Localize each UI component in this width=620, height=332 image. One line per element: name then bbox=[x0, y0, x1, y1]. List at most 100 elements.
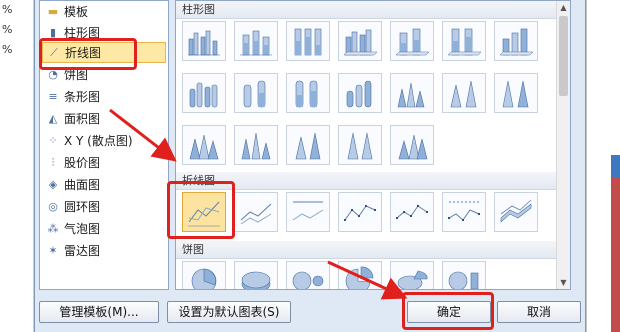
ok-button[interactable]: 确定 bbox=[407, 301, 491, 323]
chart-option-100-stacked-pyramid[interactable] bbox=[338, 125, 382, 165]
stock-chart-icon: ⫶ bbox=[51, 155, 55, 169]
chart-option-100-stacked-line-markers[interactable] bbox=[442, 192, 486, 232]
percent-stacked-column-icon bbox=[294, 28, 322, 56]
scroll-up-arrow-icon[interactable]: ▲ bbox=[557, 1, 570, 14]
3d-pie-icon bbox=[241, 271, 271, 289]
chart-option-pie-of-pie[interactable] bbox=[286, 261, 330, 289]
line-chart-icon bbox=[188, 201, 220, 227]
cylinder-icon bbox=[295, 80, 318, 108]
category-label: X Y (散点图) bbox=[64, 134, 133, 148]
category-surface[interactable]: ◈ 曲面图 bbox=[42, 174, 166, 195]
chart-option-bar-of-pie[interactable] bbox=[442, 261, 486, 289]
pyramid-icon bbox=[398, 134, 428, 160]
cell: % bbox=[2, 3, 13, 16]
scroll-down-arrow-icon[interactable]: ▼ bbox=[557, 276, 570, 289]
gallery-scrollbar[interactable]: ▲ ▼ bbox=[556, 1, 570, 289]
spreadsheet-chart-edge bbox=[586, 0, 620, 332]
3d-clustered-column-icon bbox=[343, 29, 378, 56]
chart-option-3d-pyramid[interactable] bbox=[390, 125, 434, 165]
chart-option-pie[interactable] bbox=[182, 261, 226, 289]
chart-option-3d-cone[interactable] bbox=[182, 125, 226, 165]
bubble-chart-icon: ⁂ bbox=[47, 222, 59, 235]
cone-icon bbox=[450, 80, 477, 108]
chart-option-clustered-cone[interactable] bbox=[390, 73, 434, 113]
chart-option-stacked-cone[interactable] bbox=[442, 73, 486, 113]
spreadsheet-left-column: % % % bbox=[0, 0, 34, 332]
chart-category-list[interactable]: ▬ 模板 ▮ 柱形图 ⟋ 折线图 ◔ 饼图 ≡ 条形图 ◭ 面积图 ⁘ X Y … bbox=[39, 0, 169, 290]
clustered-column-icon bbox=[188, 30, 220, 56]
cylinder-icon bbox=[346, 80, 372, 108]
chart-option-3d-exploded-pie[interactable] bbox=[390, 261, 434, 289]
pie-chart-icon bbox=[191, 268, 217, 289]
category-templates[interactable]: ▬ 模板 bbox=[42, 1, 166, 22]
category-label: 模板 bbox=[64, 5, 89, 19]
set-default-chart-button[interactable]: 设置为默认图表(S) bbox=[167, 301, 291, 323]
chart-option-stacked-line[interactable] bbox=[234, 192, 278, 232]
chart-option-clustered-column[interactable] bbox=[182, 21, 226, 61]
surface-chart-icon: ◈ bbox=[48, 178, 58, 191]
pie-chart-icon: ◔ bbox=[48, 68, 58, 81]
insert-chart-dialog: ▬ 模板 ▮ 柱形图 ⟋ 折线图 ◔ 饼图 ≡ 条形图 ◭ 面积图 ⁘ X Y … bbox=[34, 0, 586, 332]
category-scatter[interactable]: ⁘ X Y (散点图) bbox=[42, 130, 166, 151]
line-chart-icon bbox=[292, 201, 324, 221]
pie-of-pie-icon bbox=[292, 271, 324, 289]
category-line[interactable]: ⟋ 折线图 bbox=[42, 42, 166, 63]
category-label: 柱形图 bbox=[64, 26, 101, 40]
folder-icon: ▬ bbox=[47, 5, 59, 18]
3d-line-icon bbox=[500, 199, 532, 223]
line-chart-icon: ⟋ bbox=[50, 45, 58, 59]
category-label: 股价图 bbox=[64, 156, 101, 170]
chart-option-3d-clustered-column[interactable] bbox=[338, 21, 382, 61]
cone-icon bbox=[502, 80, 529, 108]
category-pie[interactable]: ◔ 饼图 bbox=[42, 64, 166, 85]
category-label: 条形图 bbox=[64, 90, 101, 104]
chart-option-100-stacked-cylinder[interactable] bbox=[286, 73, 330, 113]
chart-option-clustered-cylinder[interactable] bbox=[182, 73, 226, 113]
category-stock[interactable]: ⫶ 股价图 bbox=[42, 152, 166, 173]
cone-icon bbox=[397, 82, 425, 108]
cell bbox=[0, 60, 33, 80]
cylinder-icon bbox=[189, 82, 218, 108]
category-label: 气泡图 bbox=[64, 222, 101, 236]
category-radar[interactable]: ✶ 雷达图 bbox=[42, 240, 166, 261]
chart-option-3d-stacked-column[interactable] bbox=[390, 21, 434, 61]
chart-option-stacked-line-markers[interactable] bbox=[390, 192, 434, 232]
chart-option-100-stacked-column[interactable] bbox=[286, 21, 330, 61]
category-label: 圆环图 bbox=[64, 200, 101, 214]
chart-bar-red bbox=[611, 177, 620, 332]
cell: % bbox=[2, 43, 13, 56]
category-label: 曲面图 bbox=[64, 178, 101, 192]
manage-templates-button[interactable]: 管理模板(M)... bbox=[39, 301, 159, 323]
chart-option-3d-line[interactable] bbox=[494, 192, 538, 232]
chart-option-clustered-pyramid[interactable] bbox=[234, 125, 278, 165]
3d-percent-stacked-column-icon bbox=[447, 28, 482, 56]
chart-option-exploded-pie[interactable] bbox=[338, 261, 382, 289]
line-markers-icon bbox=[344, 205, 376, 221]
cancel-button[interactable]: 取消 bbox=[497, 301, 581, 323]
category-bubble[interactable]: ⁂ 气泡图 bbox=[42, 218, 166, 239]
chart-option-3d-100-stacked-column[interactable] bbox=[442, 21, 486, 61]
category-column[interactable]: ▮ 柱形图 bbox=[42, 22, 166, 43]
exploded-pie-icon bbox=[345, 266, 374, 289]
scrollbar-thumb[interactable] bbox=[559, 16, 568, 96]
pyramid-icon bbox=[295, 132, 321, 160]
category-label: 雷达图 bbox=[64, 244, 101, 258]
chart-option-line-with-markers[interactable] bbox=[338, 192, 382, 232]
chart-gallery[interactable]: 柱形图 折线图 饼图 ▲ ▼ bbox=[175, 0, 571, 290]
chart-option-100-stacked-line[interactable] bbox=[286, 192, 330, 232]
category-area[interactable]: ◭ 面积图 bbox=[42, 108, 166, 129]
chart-option-stacked-pyramid[interactable] bbox=[286, 125, 330, 165]
chart-bar-blue bbox=[611, 155, 620, 177]
section-header-line: 折线图 bbox=[176, 172, 560, 190]
chart-option-stacked-column[interactable] bbox=[234, 21, 278, 61]
category-doughnut[interactable]: ◎ 圆环图 bbox=[42, 196, 166, 217]
chart-option-3d-pie[interactable] bbox=[234, 261, 278, 289]
cone-icon bbox=[189, 134, 219, 160]
chart-option-100-stacked-cone[interactable] bbox=[494, 73, 538, 113]
chart-option-line[interactable] bbox=[182, 192, 226, 232]
chart-option-3d-column[interactable] bbox=[494, 21, 538, 61]
chart-option-3d-cylinder[interactable] bbox=[338, 73, 382, 113]
section-header-pie: 饼图 bbox=[176, 241, 560, 259]
chart-option-stacked-cylinder[interactable] bbox=[234, 73, 278, 113]
category-bar[interactable]: ≡ 条形图 bbox=[42, 86, 166, 107]
